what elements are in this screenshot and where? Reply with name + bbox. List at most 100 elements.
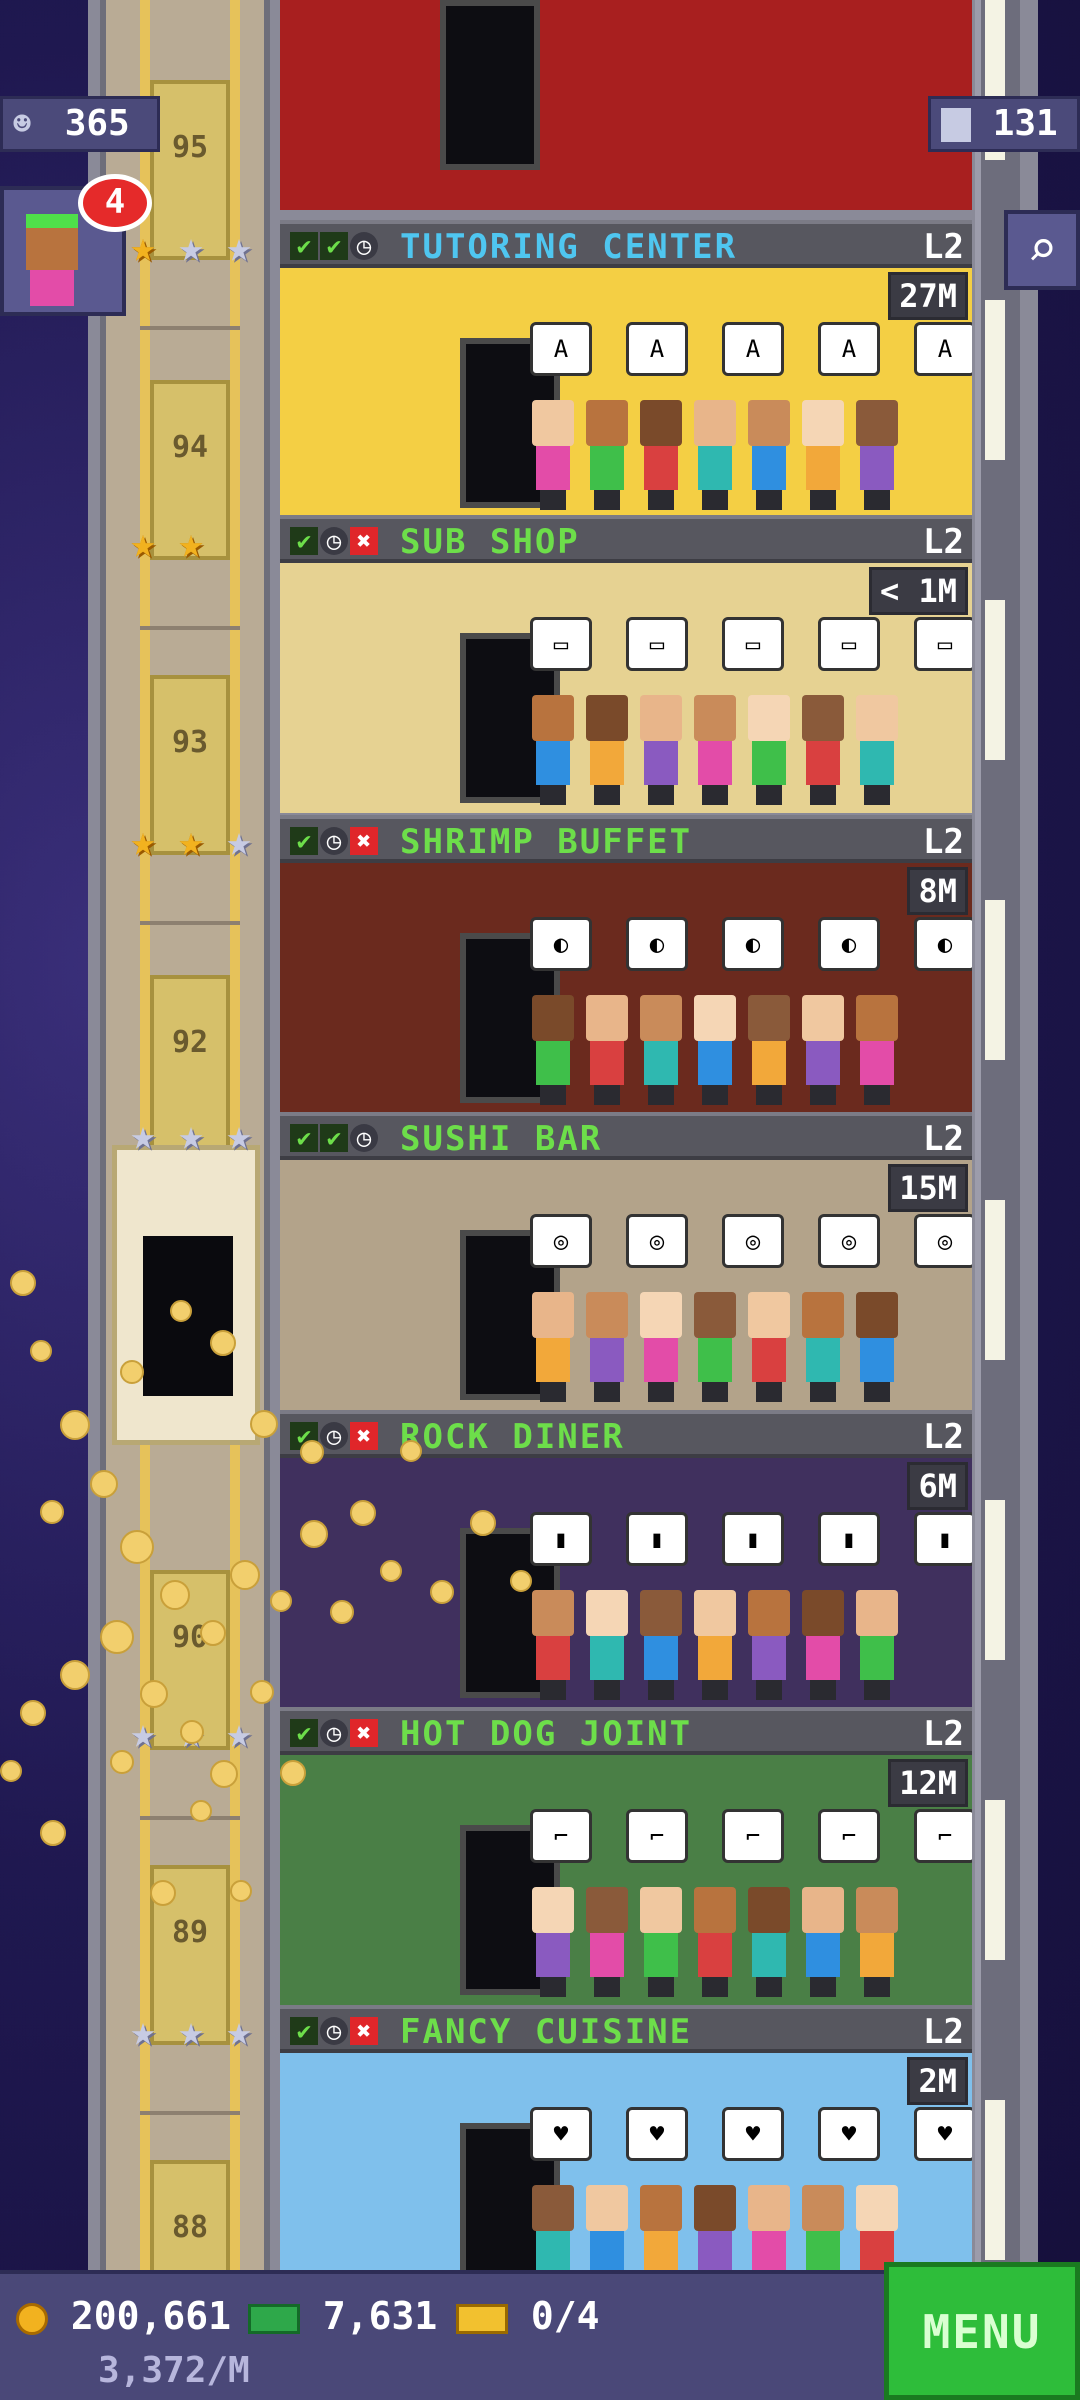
customer-request-bubble[interactable]: ▮ <box>818 1512 880 1566</box>
menu-button[interactable]: MENU <box>884 2262 1080 2400</box>
customer-request-bubble[interactable]: ◐ <box>530 917 592 971</box>
floor-stock-value: < 1M <box>868 567 968 615</box>
customer <box>530 1292 576 1402</box>
coin-particle <box>60 1660 90 1690</box>
coins-value: 200,661 <box>70 2294 232 2338</box>
floor-name: SUSHI BAR <box>400 1119 603 1159</box>
floor-rock-diner[interactable]: ✔ ◷ ✖ ROCK DINER L2 6M ▮ ▮ ▮ ▮ ▮ <box>280 1410 972 1708</box>
customer-request-bubble[interactable]: ♥ <box>914 2107 972 2161</box>
customer-request-bubble[interactable]: ◐ <box>914 917 972 971</box>
floor-number: 94 <box>171 430 209 465</box>
elevator-floor-stop[interactable]: 94 <box>140 330 240 630</box>
floor-header: ✔ ◷ ✖ SUB SHOP L2 <box>280 515 972 563</box>
customer <box>692 695 738 805</box>
customer-request-bubble[interactable]: A <box>626 322 688 376</box>
floor-hot-dog-joint[interactable]: ✔ ◷ ✖ HOT DOG JOINT L2 12M ⌐ ⌐ ⌐ ⌐ ⌐ <box>280 1707 972 2005</box>
customer-request-bubble[interactable]: ▭ <box>914 617 972 671</box>
customer-body <box>590 741 624 785</box>
customer-request-bubble[interactable]: A <box>818 322 880 376</box>
floor-partial-top[interactable] <box>280 0 972 238</box>
customer-request-bubble[interactable]: ◐ <box>818 917 880 971</box>
elevator-floor-stop[interactable]: 89 <box>140 1815 240 2115</box>
customer-head <box>640 2185 682 2231</box>
customer <box>800 995 846 1105</box>
customer-queue <box>530 400 900 510</box>
bux-count: 131 <box>992 103 1058 144</box>
customer-head <box>748 695 790 741</box>
customer-request-bubble[interactable]: ◎ <box>626 1214 688 1268</box>
customer-request-bubble[interactable]: ♥ <box>626 2107 688 2161</box>
customer-request-bubble[interactable]: ◎ <box>914 1214 972 1268</box>
customer-request-bubble[interactable]: ▮ <box>530 1512 592 1566</box>
customer-request-bubble[interactable]: ⌐ <box>818 1809 880 1863</box>
bux-badge[interactable]: 131 <box>928 96 1080 152</box>
customer-request-bubble[interactable]: A <box>530 322 592 376</box>
customer-body <box>806 1338 840 1382</box>
floor-header: ✔ ✔ ◷ SUSHI BAR L2 <box>280 1112 972 1160</box>
customer-request-bubble[interactable]: ⌐ <box>914 1809 972 1863</box>
customer-body <box>644 1636 678 1680</box>
customer-head <box>694 695 736 741</box>
customer-request-bubble[interactable]: ⌐ <box>722 1809 784 1863</box>
customer-request-bubble[interactable]: ♥ <box>530 2107 592 2161</box>
customer-head <box>640 1590 682 1636</box>
floor-level: L2 <box>923 822 964 862</box>
customer-request-bubble[interactable]: ◎ <box>818 1214 880 1268</box>
coin-particle <box>270 1590 292 1612</box>
customer <box>530 695 576 805</box>
coin-particle <box>210 1760 238 1788</box>
customer-body <box>806 1041 840 1085</box>
customer-legs <box>702 1680 728 1700</box>
customer-request-bubble[interactable]: ♥ <box>818 2107 880 2161</box>
customer-head <box>748 1292 790 1338</box>
clock-icon: ◷ <box>320 527 348 555</box>
elevator-floor-stop[interactable]: 95 <box>140 30 240 330</box>
floor-sushi-bar[interactable]: ✔ ✔ ◷ SUSHI BAR L2 15M ◎ ◎ ◎ ◎ ◎ <box>280 1112 972 1410</box>
floor-fancy-cuisine[interactable]: ✔ ◷ ✖ FANCY CUISINE L2 2M ♥ ♥ ♥ ♥ ♥ <box>280 2005 972 2303</box>
customer <box>854 1887 900 1997</box>
customer-request-bubble[interactable]: A <box>914 322 972 376</box>
customer-legs <box>594 490 620 510</box>
search-icon[interactable]: ⌕ <box>1004 210 1080 290</box>
population-badge[interactable]: ☻ 365 <box>0 96 160 152</box>
coin-particle <box>210 1330 236 1356</box>
customer-request-bubble[interactable]: ▮ <box>914 1512 972 1566</box>
customer-legs <box>594 1382 620 1402</box>
floor-scene: 8M ◐ ◐ ◐ ◐ ◐ <box>280 863 972 1113</box>
customer-request-bubble[interactable]: ▭ <box>722 617 784 671</box>
customer-body <box>860 1933 894 1977</box>
customer-request-bubble[interactable]: ⌐ <box>626 1809 688 1863</box>
customer-queue <box>530 1590 900 1700</box>
clock-icon: ◷ <box>350 1124 378 1152</box>
elevator-car[interactable] <box>112 1145 260 1445</box>
elevator-floor-stop[interactable]: 93 <box>140 625 240 925</box>
customer-request-bubble[interactable]: ◎ <box>722 1214 784 1268</box>
customer-request-bubble[interactable]: ◎ <box>530 1214 592 1268</box>
customer-request-bubble[interactable]: ♥ <box>722 2107 784 2161</box>
customer-request-bubble[interactable]: ▮ <box>722 1512 784 1566</box>
customer-request-bubble[interactable]: ⌐ <box>530 1809 592 1863</box>
customer-body <box>860 741 894 785</box>
floor-sub-shop[interactable]: ✔ ◷ ✖ SUB SHOP L2 < 1M ▭ ▭ ▭ ▭ ▭ <box>280 515 972 813</box>
customer <box>800 1887 846 1997</box>
floor-star-rating: ★ ★ ★ <box>120 818 262 866</box>
customer-legs <box>756 490 782 510</box>
floor-tutoring-center[interactable]: ✔ ✔ ◷ TUTORING CENTER L2 27M A A A A A <box>280 220 972 518</box>
customer-body <box>644 1933 678 1977</box>
customer-request-bubble[interactable]: ▮ <box>626 1512 688 1566</box>
customer-request-bubble[interactable]: ▭ <box>626 617 688 671</box>
gold-star-icon: ★ <box>178 518 204 567</box>
customer-head <box>856 1292 898 1338</box>
customer-head <box>748 1887 790 1933</box>
customer-request-bubble[interactable]: ◐ <box>722 917 784 971</box>
customer-request-bubble[interactable]: ◐ <box>626 917 688 971</box>
customer-request-bubble[interactable]: ▭ <box>818 617 880 671</box>
check-icon: ✔ <box>320 232 348 260</box>
floor-status-icons: ✔ ✔ ◷ <box>290 232 378 260</box>
coin-particle <box>120 1530 154 1564</box>
customer-body <box>752 741 786 785</box>
floor-shrimp-buffet[interactable]: ✔ ◷ ✖ SHRIMP BUFFET L2 8M ◐ ◐ ◐ ◐ ◐ <box>280 815 972 1113</box>
income-rate: 3,372/M <box>98 2350 250 2391</box>
customer-request-bubble[interactable]: ▭ <box>530 617 592 671</box>
customer-request-bubble[interactable]: A <box>722 322 784 376</box>
